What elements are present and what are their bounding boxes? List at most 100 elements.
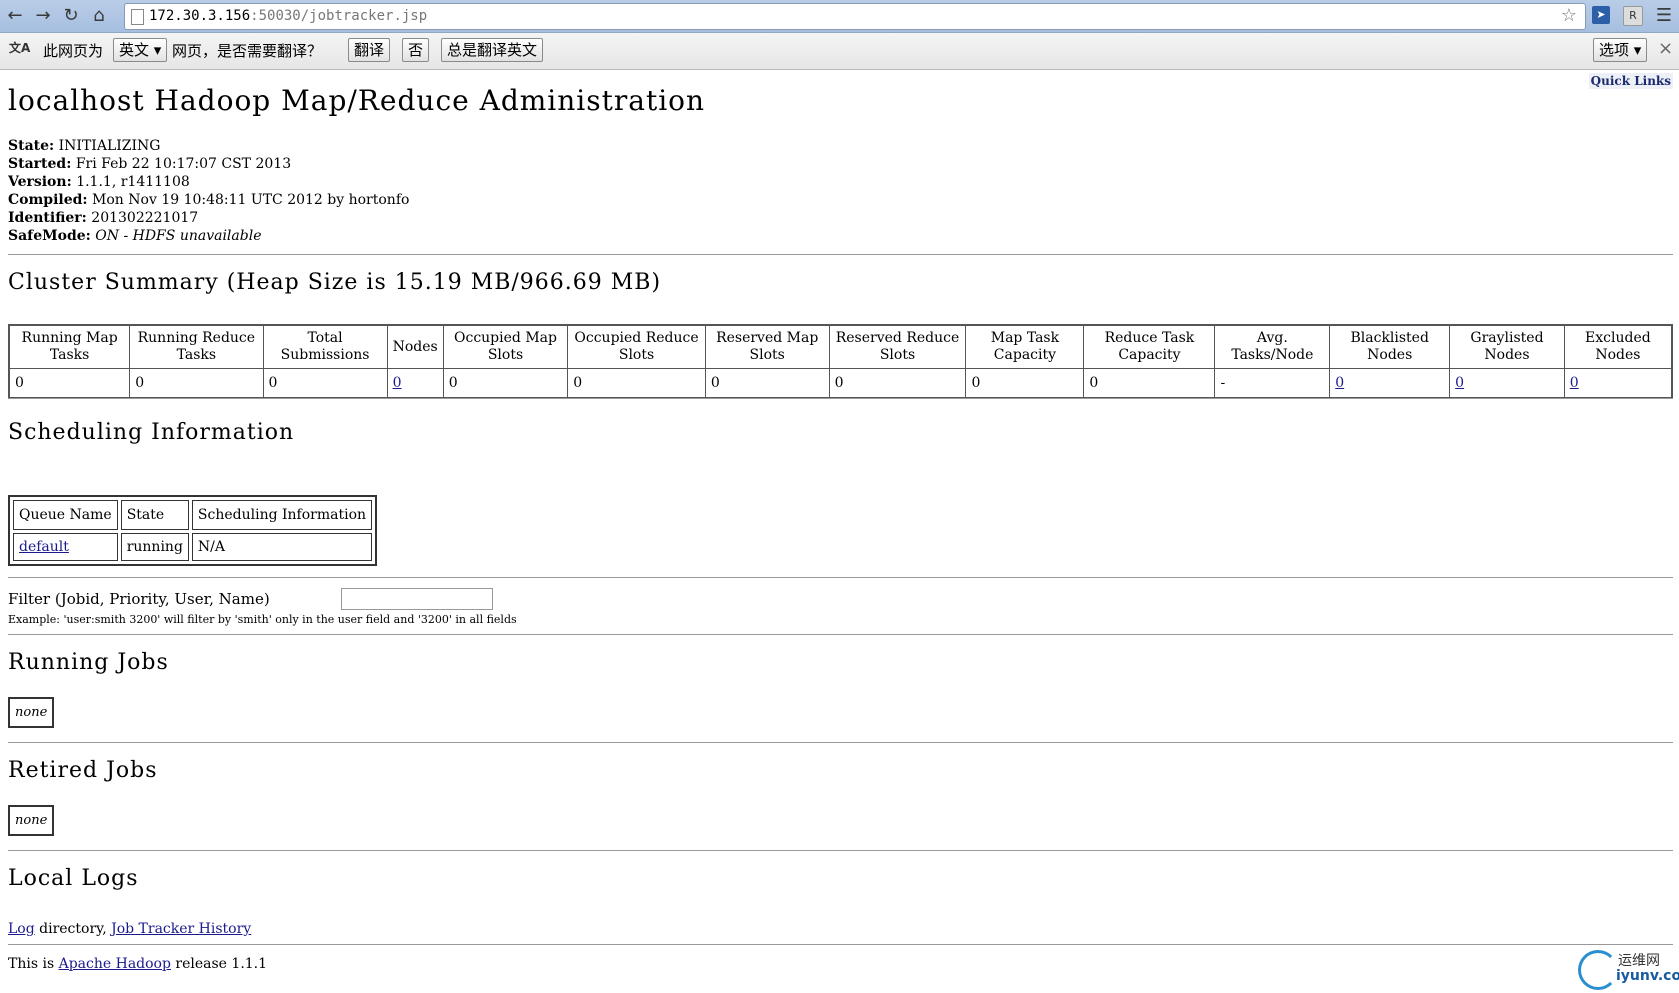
- table-row: default running N/A: [13, 533, 373, 561]
- info-value: Fri Feb 22 10:17:07 CST 2013: [75, 156, 292, 172]
- table-header-row: Running Map Tasks Running Reduce Tasks T…: [8, 324, 1673, 369]
- log-directory-link[interactable]: Log: [8, 921, 35, 937]
- page-icon: [131, 9, 144, 25]
- retired-jobs-empty: none: [8, 805, 55, 836]
- chevron-down-icon: ▾: [153, 41, 162, 59]
- translate-icon: 文A: [9, 41, 31, 55]
- options-button[interactable]: 选项 ▾: [1593, 38, 1648, 62]
- info-value: ON - HDFS unavailable: [95, 228, 262, 244]
- column-header: Excluded Nodes: [1563, 324, 1673, 369]
- table-cell: 0: [828, 368, 967, 399]
- filter-label: Filter (Jobid, Priority, User, Name): [8, 590, 270, 608]
- url-path: :50030/jobtracker.jsp: [250, 8, 428, 24]
- info-compiled: Compiled: Mon Nov 19 10:48:11 UTC 2012 b…: [8, 191, 409, 209]
- table-cell: 0: [567, 368, 706, 399]
- info-version: Version: 1.1.1, r1411108: [8, 173, 409, 191]
- info-label: Started:: [8, 156, 72, 172]
- close-icon[interactable]: ×: [1658, 38, 1673, 59]
- blacklisted-nodes-link[interactable]: 0: [1335, 375, 1344, 391]
- translate-button[interactable]: 翻译: [348, 38, 391, 62]
- divider: [8, 577, 1673, 578]
- extension-arrow-icon[interactable]: ➤: [1592, 6, 1610, 24]
- extension-r-icon[interactable]: R: [1623, 6, 1643, 26]
- watermark-cn: 运维网: [1618, 953, 1660, 969]
- translate-bar: 文A 此网页为 英文 ▾ 网页，是否需要翻译？ 翻译 否 总是翻译英文 选项 ▾…: [0, 33, 1679, 70]
- job-tracker-history-link[interactable]: Job Tracker History: [111, 921, 251, 937]
- info-label: State:: [8, 138, 55, 154]
- logo-ring-icon: [1578, 950, 1618, 990]
- info-value: 1.1.1, r1411108: [76, 174, 190, 190]
- table-cell: 0: [1329, 368, 1451, 399]
- always-translate-button[interactable]: 总是翻译英文: [441, 38, 544, 62]
- address-bar[interactable]: 172.30.3.156:50030/jobtracker.jsp ☆: [124, 3, 1586, 30]
- info-label: SafeMode:: [8, 228, 91, 244]
- divider: [8, 398, 1673, 399]
- nodes-link[interactable]: 0: [393, 375, 402, 391]
- info-label: Identifier:: [8, 210, 87, 226]
- column-header: Running Reduce Tasks: [129, 324, 264, 369]
- bookmark-star-icon[interactable]: ☆: [1561, 5, 1577, 26]
- info-value: INITIALIZING: [58, 138, 161, 154]
- no-translate-button[interactable]: 否: [402, 38, 430, 62]
- extension-r-label: R: [1629, 9, 1637, 22]
- language-label: 英文: [119, 41, 150, 59]
- table-cell: -: [1214, 368, 1331, 399]
- footer-prefix: This is: [8, 956, 59, 972]
- info-started: Started: Fri Feb 22 10:17:07 CST 2013: [8, 155, 409, 173]
- excluded-nodes-link[interactable]: 0: [1570, 375, 1579, 391]
- info-safemode: SafeMode: ON - HDFS unavailable: [8, 227, 409, 245]
- filter-example: Example: 'user:smith 3200' will filter b…: [8, 613, 517, 626]
- table-row: 0 0 0 0 0 0 0 0 0 0 - 0 0 0: [8, 368, 1673, 399]
- local-logs-heading: Local Logs: [8, 866, 139, 891]
- column-header: Queue Name: [13, 500, 118, 530]
- table-cell: 0: [262, 368, 388, 399]
- info-label: Version:: [8, 174, 72, 190]
- footer: This is Apache Hadoop release 1.1.1: [8, 956, 267, 972]
- column-header: Occupied Map Slots: [442, 324, 569, 369]
- menu-icon[interactable]: ☰: [1653, 5, 1675, 27]
- info-value: Mon Nov 19 10:48:11 UTC 2012 by hortonfo: [92, 192, 410, 208]
- filter-input[interactable]: [341, 588, 493, 610]
- quick-links[interactable]: Quick Links: [1588, 73, 1673, 89]
- divider: [8, 944, 1673, 945]
- language-select[interactable]: 英文 ▾: [113, 38, 168, 62]
- column-header: Graylisted Nodes: [1449, 324, 1565, 369]
- apache-hadoop-link[interactable]: Apache Hadoop: [59, 956, 171, 972]
- table-cell: 0: [1563, 368, 1673, 399]
- retired-jobs-heading: Retired Jobs: [8, 758, 158, 783]
- log-directory-text: directory,: [34, 921, 112, 937]
- back-icon[interactable]: ←: [4, 5, 26, 27]
- info-identifier: Identifier: 201302221017: [8, 209, 409, 227]
- running-jobs-heading: Running Jobs: [8, 650, 169, 675]
- graylisted-nodes-link[interactable]: 0: [1455, 375, 1464, 391]
- options-label: 选项: [1599, 41, 1630, 59]
- queue-default-link[interactable]: default: [19, 539, 69, 555]
- reload-icon[interactable]: ↻: [60, 5, 82, 27]
- forward-icon[interactable]: →: [32, 5, 54, 27]
- info-state: State: INITIALIZING: [8, 137, 409, 155]
- footer-suffix: release 1.1.1: [170, 956, 268, 972]
- translate-suffix: 网页，是否需要翻译？: [172, 42, 323, 60]
- url-text: 172.30.3.156:50030/jobtracker.jsp: [149, 8, 427, 24]
- home-icon[interactable]: ⌂: [88, 5, 110, 27]
- table-cell: default: [13, 533, 118, 561]
- divider: [8, 850, 1673, 851]
- browser-toolbar: ← → ↻ ⌂ 172.30.3.156:50030/jobtracker.js…: [0, 0, 1679, 33]
- chevron-down-icon: ▾: [1633, 41, 1642, 59]
- table-cell: 0: [386, 368, 444, 399]
- running-jobs-empty: none: [8, 697, 55, 728]
- translate-prefix: 此网页为: [43, 42, 104, 60]
- column-header: Reserved Reduce Slots: [828, 324, 967, 369]
- table-cell: 0: [965, 368, 1085, 399]
- column-header: Scheduling Information: [191, 500, 373, 530]
- divider: [8, 742, 1673, 743]
- divider: [8, 634, 1673, 635]
- watermark-en: iyunv.com: [1616, 968, 1679, 984]
- local-logs-links: Log directory, Job Tracker History: [8, 921, 251, 937]
- cluster-summary-heading: Cluster Summary (Heap Size is 15.19 MB/9…: [8, 270, 662, 295]
- column-header: Occupied Reduce Slots: [567, 324, 706, 369]
- table-cell: 0: [442, 368, 569, 399]
- table-cell: 0: [704, 368, 830, 399]
- jobtracker-info: State: INITIALIZING Started: Fri Feb 22 …: [8, 137, 409, 245]
- table-cell: 0: [8, 368, 131, 399]
